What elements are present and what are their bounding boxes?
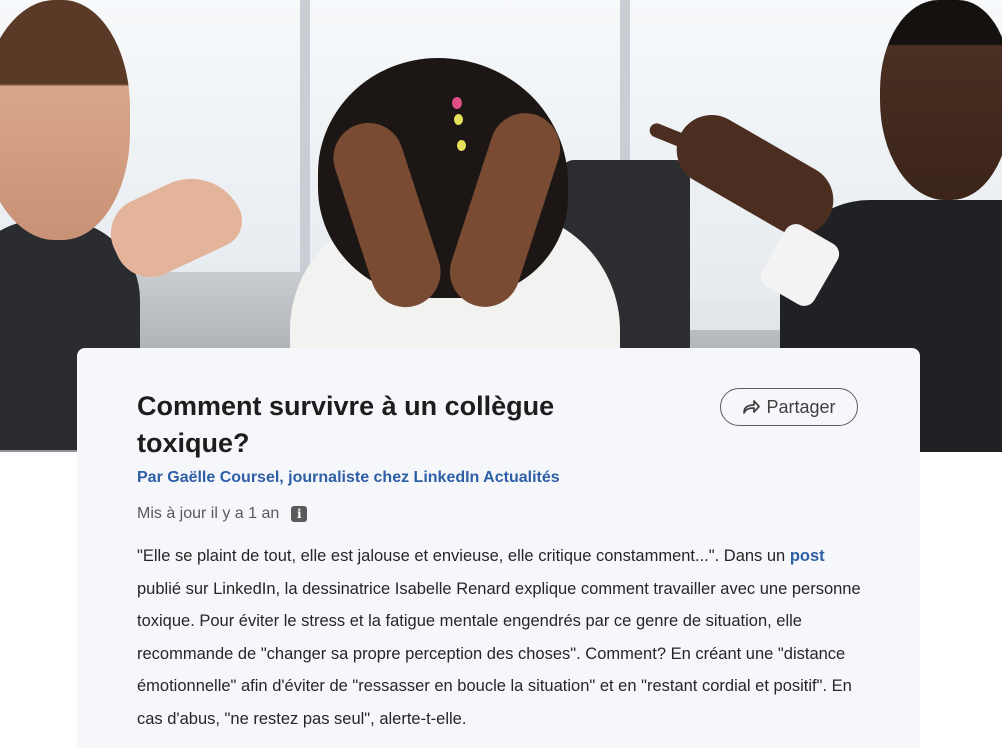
hero-nail (457, 140, 466, 151)
hero-man-right-head (880, 0, 1002, 200)
info-icon[interactable]: i (291, 506, 308, 522)
post-link[interactable]: post (790, 547, 825, 565)
hero-mullion (300, 0, 310, 300)
article-title: Comment survivre à un collègue toxique? (137, 391, 555, 458)
article-updated: Mis à jour il y a 1 an i (137, 505, 308, 523)
updated-text: Mis à jour il y a 1 an (137, 505, 280, 522)
hero-nail (454, 114, 463, 125)
share-arrow-icon (742, 399, 761, 415)
share-button[interactable]: Partager (720, 388, 858, 426)
hero-nail (452, 97, 462, 109)
article-card: Comment survivre à un collègue toxique? … (77, 348, 920, 748)
article-body: "Elle se plaint de tout, elle est jalous… (137, 540, 862, 735)
hero-man-left-head (0, 0, 130, 240)
article-byline: Par Gaëlle Coursel, journaliste chez Lin… (137, 469, 560, 486)
share-button-label: Partager (766, 396, 836, 417)
body-text-before-link: "Elle se plaint de tout, elle est jalous… (137, 547, 790, 565)
body-text-after-link: publié sur LinkedIn, la dessinatrice Isa… (137, 579, 861, 728)
